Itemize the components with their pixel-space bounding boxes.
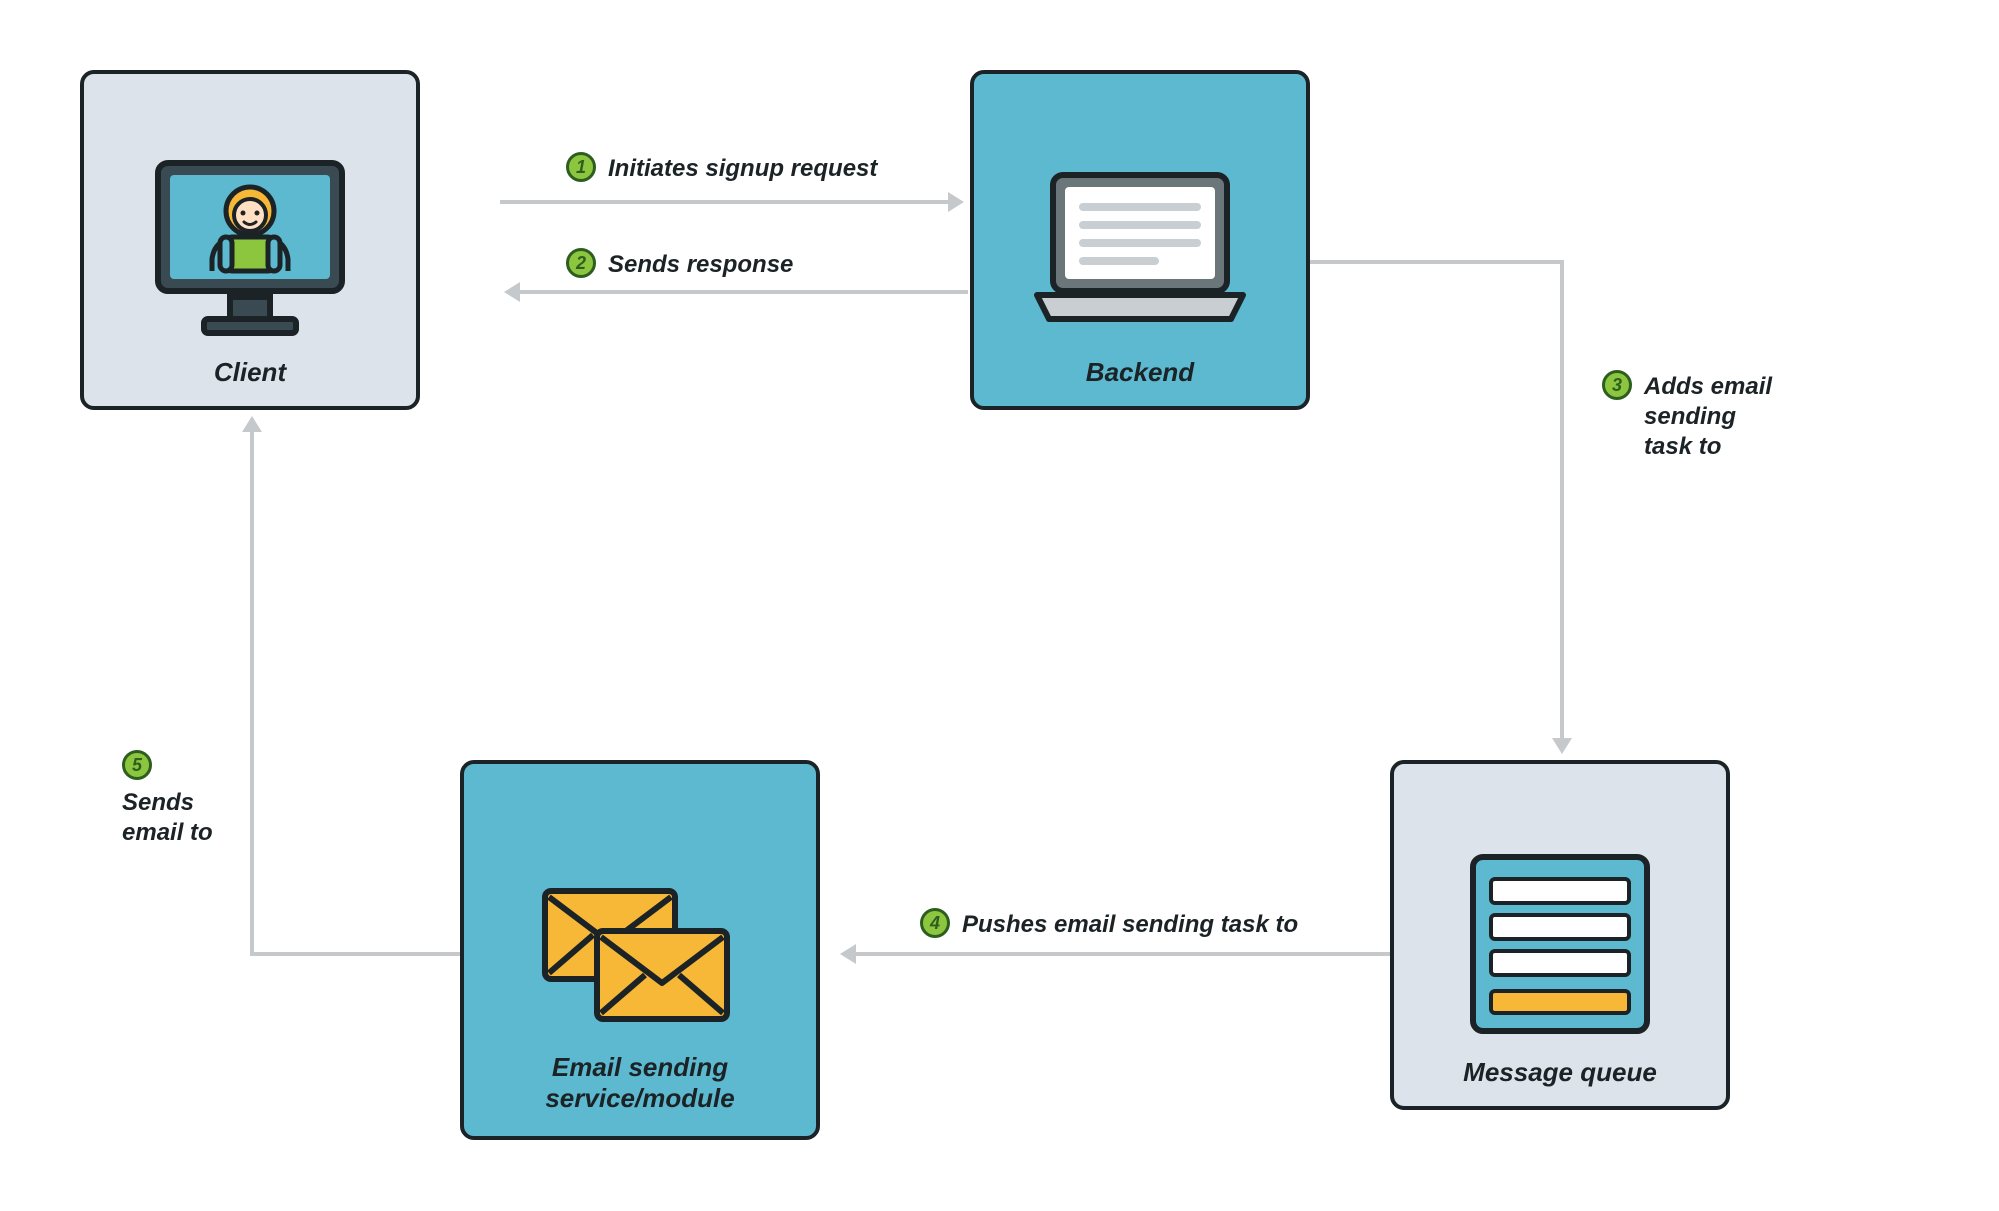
step-4-text: Pushes email sending task to bbox=[962, 908, 1298, 940]
node-backend-label: Backend bbox=[974, 357, 1306, 388]
node-email-service-label: Email sending service/module bbox=[464, 1052, 816, 1114]
node-client: Client bbox=[80, 70, 420, 410]
arrow-step-3-seg2 bbox=[1560, 260, 1564, 740]
node-message-queue-label: Message queue bbox=[1394, 1057, 1726, 1088]
arrow-step-2-head bbox=[504, 282, 520, 302]
step-1-badge: 1 bbox=[566, 152, 596, 182]
arrow-step-3-seg1 bbox=[1310, 260, 1560, 264]
arrow-step-2 bbox=[520, 290, 968, 294]
step-4-badge: 4 bbox=[920, 908, 950, 938]
node-backend: Backend bbox=[970, 70, 1310, 410]
step-1-label: 1 Initiates signup request bbox=[566, 152, 877, 184]
arrow-step-1 bbox=[500, 200, 950, 204]
step-2-text: Sends response bbox=[608, 248, 793, 280]
step-5-badge: 5 bbox=[122, 750, 152, 780]
step-2-badge: 2 bbox=[566, 248, 596, 278]
step-3-badge: 3 bbox=[1602, 370, 1632, 400]
arrow-step-5-seg2 bbox=[250, 430, 254, 956]
step-5-label: 5 Sends email to bbox=[122, 750, 213, 848]
arrow-step-5-head bbox=[242, 416, 262, 432]
step-2-label: 2 Sends response bbox=[566, 248, 793, 280]
arrow-step-3-head bbox=[1552, 738, 1572, 754]
arrow-step-4-head bbox=[840, 944, 856, 964]
step-4-label: 4 Pushes email sending task to bbox=[920, 908, 1298, 940]
step-3-label: 3 Adds email sending task to bbox=[1602, 370, 1772, 462]
arrow-step-4 bbox=[856, 952, 1390, 956]
arrow-step-5-seg1 bbox=[250, 952, 460, 956]
architecture-diagram: Client Backend M bbox=[0, 0, 1999, 1211]
step-1-text: Initiates signup request bbox=[608, 152, 877, 184]
step-3-text: Adds email sending task to bbox=[1644, 370, 1772, 462]
node-message-queue: Message queue bbox=[1390, 760, 1730, 1110]
node-client-label: Client bbox=[84, 357, 416, 388]
node-email-service: Email sending service/module bbox=[460, 760, 820, 1140]
arrow-step-1-head bbox=[948, 192, 964, 212]
step-5-text: Sends email to bbox=[122, 786, 213, 848]
